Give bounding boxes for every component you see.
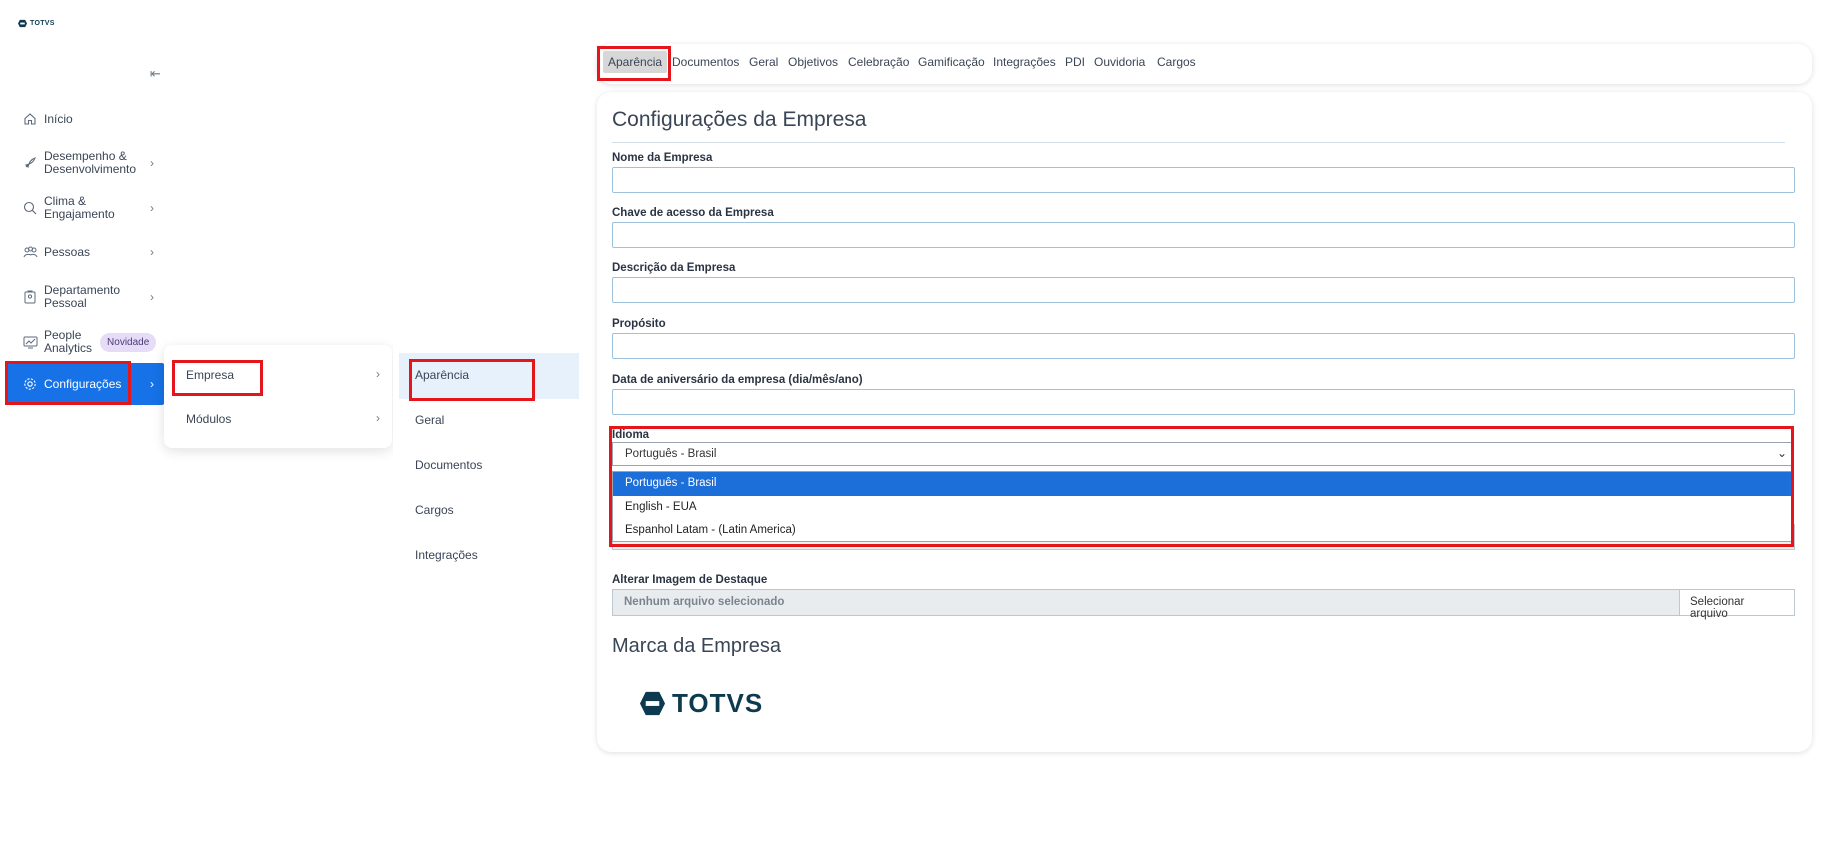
language-dropdown-list: Português - Brasil English - EUA Espanho… bbox=[612, 471, 1792, 542]
tab-documentos[interactable]: Documentos bbox=[672, 55, 739, 69]
description-input[interactable] bbox=[612, 277, 1795, 303]
app-logo-text: TOTVS bbox=[30, 20, 55, 27]
totvs-logo-icon bbox=[639, 691, 666, 716]
tab-celebracao[interactable]: Celebração bbox=[848, 55, 909, 69]
sidebar-item-configuracoes[interactable]: Configurações › bbox=[8, 363, 164, 405]
sidebar-item-pessoas[interactable]: Pessoas › bbox=[8, 243, 164, 261]
tab-cargos[interactable]: Cargos bbox=[1157, 55, 1196, 69]
tab-pdi[interactable]: PDI bbox=[1065, 55, 1085, 69]
language-option[interactable]: Espanhol Latam - (Latin America) bbox=[613, 519, 1791, 543]
sidebar-item-label: People Analytics bbox=[44, 328, 93, 355]
tab-aparencia[interactable]: Aparência bbox=[603, 51, 668, 73]
sidebar-item-departamento[interactable]: Departamento Pessoal › bbox=[8, 282, 164, 312]
novidade-badge: Novidade bbox=[100, 332, 157, 352]
field-label-idioma: Idioma bbox=[612, 429, 650, 441]
sidebar-item-clima[interactable]: Clima & Engajamento › bbox=[8, 193, 164, 223]
company-brand-logo: TOTVS bbox=[639, 688, 763, 719]
people-icon bbox=[22, 244, 38, 260]
company-name-input[interactable] bbox=[612, 167, 1795, 193]
tab-gamificacao[interactable]: Gamificação bbox=[918, 55, 985, 69]
tab-ouvidoria[interactable]: Ouvidoria bbox=[1094, 55, 1145, 69]
search-chart-icon bbox=[22, 200, 38, 216]
submenu-item-empresa[interactable]: Empresa bbox=[186, 368, 234, 382]
analytics-icon bbox=[22, 334, 38, 350]
chevron-right-icon: › bbox=[150, 200, 154, 215]
file-name-display: Nenhum arquivo selecionado bbox=[613, 590, 1679, 615]
language-option[interactable]: English - EUA bbox=[613, 496, 1791, 520]
configuracoes-submenu: Empresa › Módulos › bbox=[164, 345, 392, 448]
badge-icon bbox=[22, 289, 38, 305]
tab-objetivos[interactable]: Objetivos bbox=[788, 55, 838, 69]
submenu-item-aparencia[interactable]: Aparência bbox=[415, 368, 469, 382]
chevron-down-icon: ⌄ bbox=[1776, 446, 1787, 460]
sidebar-item-label: Clima & Engajamento bbox=[44, 194, 115, 221]
rocket-icon bbox=[22, 155, 38, 171]
submenu-item-cargos[interactable]: Cargos bbox=[415, 503, 454, 517]
totvs-logo-icon bbox=[18, 19, 27, 28]
language-select-value: Português - Brasil bbox=[625, 448, 717, 460]
settings-tabs: Aparência Documentos Geral Objetivos Cel… bbox=[597, 44, 1812, 84]
access-key-input[interactable] bbox=[612, 222, 1795, 248]
sidebar-item-label: Pessoas bbox=[44, 244, 91, 259]
field-label-aniversario: Data de aniversário da empresa (dia/mês/… bbox=[612, 374, 863, 386]
chevron-right-icon: › bbox=[150, 289, 154, 304]
brand-section-title: Marca da Empresa bbox=[612, 635, 781, 657]
tab-geral[interactable]: Geral bbox=[749, 55, 778, 69]
submenu-item-documentos[interactable]: Documentos bbox=[415, 458, 482, 472]
sidebar-item-label: Departamento Pessoal bbox=[44, 283, 121, 310]
sidebar-item-label: Configurações bbox=[44, 376, 122, 391]
home-icon bbox=[22, 111, 38, 127]
app-logo[interactable]: TOTVS bbox=[18, 19, 55, 28]
chevron-right-icon: › bbox=[376, 367, 380, 381]
highlight-image-file-input: Nenhum arquivo selecionado Selecionar ar… bbox=[612, 589, 1795, 620]
chevron-right-icon: › bbox=[150, 376, 154, 391]
tab-integracoes[interactable]: Integrações bbox=[993, 55, 1056, 69]
field-label-chave: Chave de acesso da Empresa bbox=[612, 207, 774, 219]
language-option[interactable]: Português - Brasil bbox=[613, 472, 1791, 496]
field-label-descricao: Descrição da Empresa bbox=[612, 262, 736, 274]
sidebar-item-desempenho[interactable]: Desempenho & Desenvolvimento › bbox=[8, 148, 164, 178]
chevron-right-icon: › bbox=[150, 155, 154, 170]
gear-icon bbox=[22, 376, 38, 392]
brand-logo-text: TOTVS bbox=[672, 688, 764, 718]
language-select[interactable]: Português - Brasil ⌄ bbox=[612, 442, 1792, 466]
sidebar-item-people-analytics[interactable]: People Analytics Novidade bbox=[8, 327, 164, 357]
sidebar-item-label: Desempenho & Desenvolvimento bbox=[44, 149, 137, 176]
field-label-nome: Nome da Empresa bbox=[612, 152, 713, 164]
field-label-imagem-destaque: Alterar Imagem de Destaque bbox=[612, 574, 768, 586]
submenu-item-modulos[interactable]: Módulos bbox=[186, 412, 231, 426]
page-title: Configurações da Empresa bbox=[612, 108, 867, 131]
sidebar-item-inicio[interactable]: Início bbox=[8, 110, 164, 128]
chevron-right-icon: › bbox=[150, 244, 154, 259]
company-settings-card: Configurações da Empresa Nome da Empresa… bbox=[597, 92, 1812, 752]
sidebar-item-label: Início bbox=[44, 111, 73, 126]
purpose-input[interactable] bbox=[612, 333, 1795, 359]
chevron-right-icon: › bbox=[376, 411, 380, 425]
anniversary-date-input[interactable] bbox=[612, 389, 1795, 415]
empresa-submenu: Aparência Geral Documentos Cargos Integr… bbox=[393, 345, 579, 575]
collapse-sidebar-button[interactable]: ⇤ bbox=[150, 66, 161, 82]
collapse-left-icon: ⇤ bbox=[150, 66, 161, 81]
submenu-item-geral[interactable]: Geral bbox=[415, 413, 444, 427]
title-divider bbox=[612, 142, 1785, 143]
field-label-proposito: Propósito bbox=[612, 318, 666, 330]
submenu-item-integracoes[interactable]: Integrações bbox=[415, 548, 478, 562]
select-file-button[interactable]: Selecionar arquivo bbox=[1679, 590, 1794, 620]
